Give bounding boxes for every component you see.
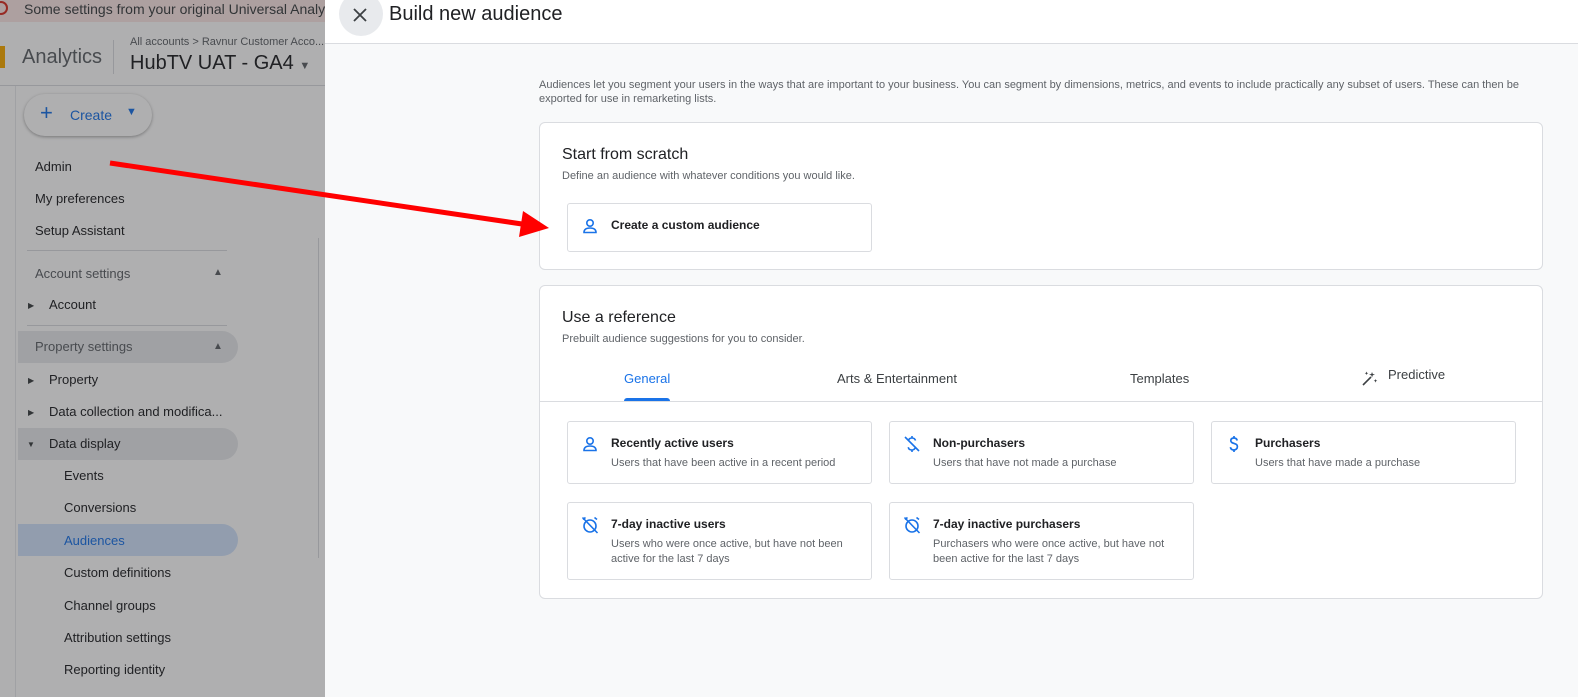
option-title: 7-day inactive purchasers <box>933 517 1081 531</box>
option-non-purchasers[interactable]: Non-purchasers Users that have not made … <box>889 421 1194 484</box>
option-description: Users that have not made a purchase <box>933 457 1117 469</box>
alarm-off-icon <box>903 516 921 534</box>
tab-general[interactable]: General <box>624 371 670 386</box>
magic-wand-icon <box>1362 371 1378 386</box>
option-title: Non-purchasers <box>933 436 1026 450</box>
option-title: 7-day inactive users <box>611 517 726 531</box>
card-subtitle: Prebuilt audience suggestions for you to… <box>562 333 805 345</box>
person-icon <box>583 436 597 452</box>
panel-title: Build new audience <box>389 3 563 25</box>
option-title: Purchasers <box>1255 436 1321 450</box>
card-subtitle: Define an audience with whatever conditi… <box>562 170 855 182</box>
build-audience-panel: Build new audience Audiences let you seg… <box>325 0 1578 697</box>
option-7-day-inactive-users[interactable]: 7-day inactive users Users who were once… <box>567 502 872 580</box>
option-7-day-inactive-purchasers[interactable]: 7-day inactive purchasers Purchasers who… <box>889 502 1194 580</box>
tab-arts-entertainment[interactable]: Arts & Entertainment <box>837 371 957 386</box>
option-description: Users who were once active, but have not… <box>611 538 843 565</box>
money-off-icon <box>904 436 920 452</box>
person-icon <box>583 218 597 234</box>
alarm-off-icon <box>581 516 599 534</box>
option-description: Purchasers who were once active, but hav… <box>933 538 1165 565</box>
tab-label: Predictive <box>1388 367 1446 382</box>
option-title: Create a custom audience <box>611 218 760 232</box>
close-icon <box>353 8 367 22</box>
option-description: Users that have made a purchase <box>1255 457 1421 469</box>
dollar-icon <box>1229 436 1239 452</box>
tab-predictive[interactable]: Predictive <box>1360 367 1446 386</box>
close-button[interactable] <box>339 0 383 36</box>
tab-templates[interactable]: Templates <box>1130 371 1189 386</box>
panel-header: Build new audience <box>325 0 1578 44</box>
card-title: Start from scratch <box>562 146 689 163</box>
option-title: Recently active users <box>611 436 734 450</box>
intro-text: Audiences let you segment your users in … <box>539 79 1519 105</box>
option-description: Users that have been active in a recent … <box>611 457 836 469</box>
option-recently-active-users[interactable]: Recently active users Users that have be… <box>567 421 872 484</box>
tabs-divider <box>540 401 1542 402</box>
create-custom-audience-button[interactable]: Create a custom audience <box>567 203 872 252</box>
start-from-scratch-card: Start from scratch Define an audience wi… <box>539 122 1543 270</box>
card-title: Use a reference <box>562 309 676 326</box>
use-reference-card: Use a reference Prebuilt audience sugges… <box>539 285 1543 599</box>
option-purchasers[interactable]: Purchasers Users that have made a purcha… <box>1211 421 1516 484</box>
